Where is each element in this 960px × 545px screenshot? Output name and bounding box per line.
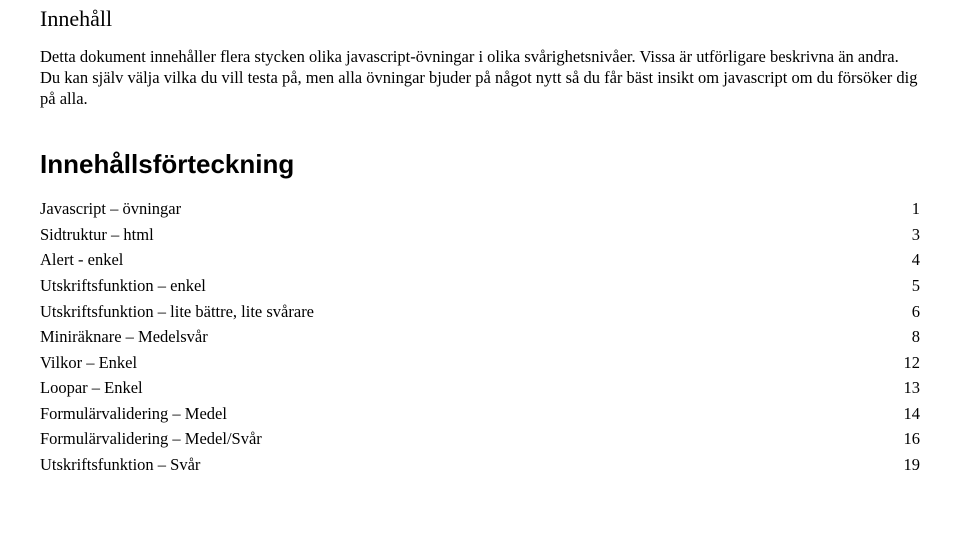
toc-row: Utskriftsfunktion – enkel 5 (40, 273, 920, 299)
toc-row: Vilkor – Enkel 12 (40, 350, 920, 376)
toc-row: Utskriftsfunktion – lite bättre, lite sv… (40, 299, 920, 325)
toc-item-page: 4 (912, 247, 920, 273)
toc-item-page: 6 (912, 299, 920, 325)
toc-item-page: 19 (904, 452, 921, 478)
toc-heading: Innehållsförteckning (40, 149, 920, 180)
toc-row: Formulärvalidering – Medel/Svår 16 (40, 426, 920, 452)
toc-row: Sidtruktur – html 3 (40, 222, 920, 248)
toc-item-page: 3 (912, 222, 920, 248)
toc-item-page: 12 (904, 350, 921, 376)
page-heading: Innehåll (40, 6, 920, 32)
toc-item-label: Formulärvalidering – Medel/Svår (40, 426, 262, 452)
toc-item-label: Javascript – övningar (40, 196, 181, 222)
toc-item-page: 16 (904, 426, 921, 452)
toc-item-label: Formulärvalidering – Medel (40, 401, 227, 427)
toc-row: Alert - enkel 4 (40, 247, 920, 273)
toc-item-page: 1 (912, 196, 920, 222)
toc-item-label: Vilkor – Enkel (40, 350, 137, 376)
toc-item-page: 13 (904, 375, 921, 401)
toc-row: Loopar – Enkel 13 (40, 375, 920, 401)
toc-row: Miniräknare – Medelsvår 8 (40, 324, 920, 350)
intro-paragraph: Detta dokument innehåller flera stycken … (40, 46, 920, 109)
toc-item-page: 5 (912, 273, 920, 299)
toc-row: Formulärvalidering – Medel 14 (40, 401, 920, 427)
toc-item-page: 8 (912, 324, 920, 350)
toc-item-label: Loopar – Enkel (40, 375, 143, 401)
toc-item-label: Sidtruktur – html (40, 222, 154, 248)
toc-item-label: Alert - enkel (40, 247, 123, 273)
toc-item-label: Miniräknare – Medelsvår (40, 324, 208, 350)
toc-list: Javascript – övningar 1 Sidtruktur – html 3… (40, 196, 920, 477)
document-page: Innehåll Detta dokument innehåller flera… (0, 0, 960, 478)
toc-item-label: Utskriftsfunktion – Svår (40, 452, 200, 478)
toc-item-page: 14 (904, 401, 921, 427)
toc-row: Utskriftsfunktion – Svår 19 (40, 452, 920, 478)
toc-row: Javascript – övningar 1 (40, 196, 920, 222)
toc-item-label: Utskriftsfunktion – enkel (40, 273, 206, 299)
toc-item-label: Utskriftsfunktion – lite bättre, lite sv… (40, 299, 314, 325)
